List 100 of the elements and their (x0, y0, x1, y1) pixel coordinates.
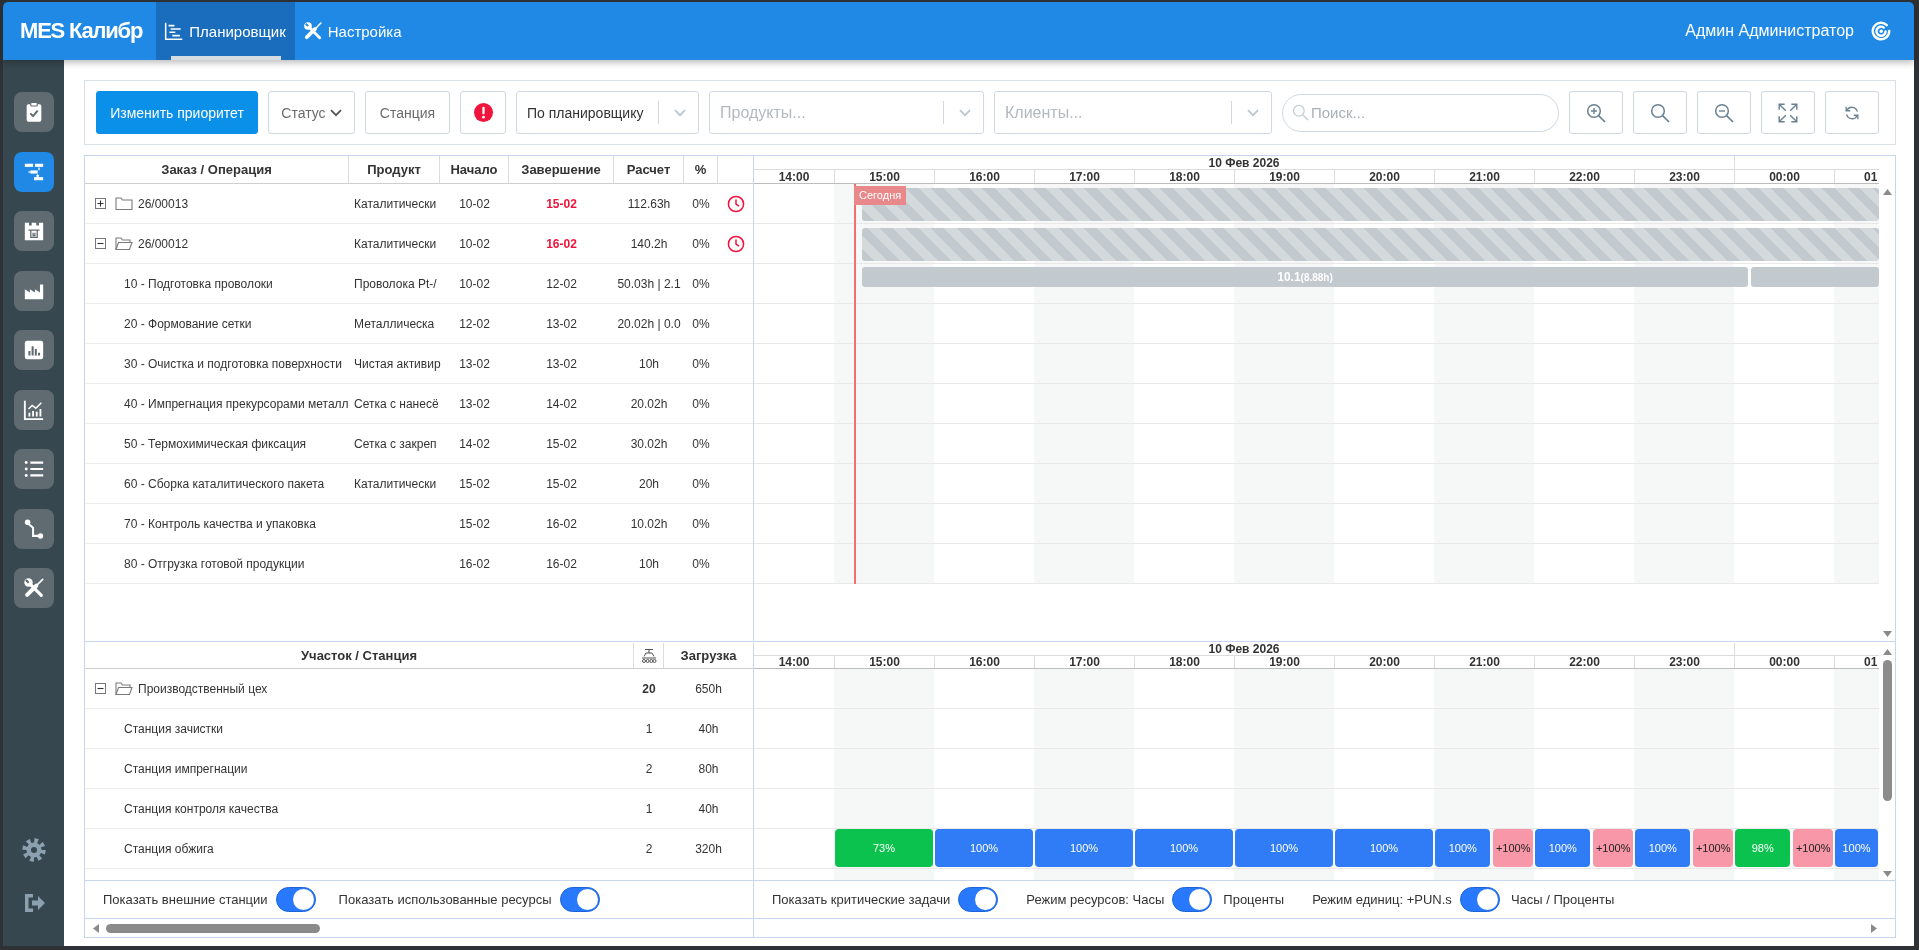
load-bar[interactable]: 100% (1635, 829, 1691, 867)
station-name[interactable]: Станция зачистки (124, 721, 224, 736)
load-bar[interactable]: 100% (1535, 829, 1591, 867)
scroll-up-icon[interactable] (1882, 189, 1892, 195)
scroll-left-icon[interactable] (93, 923, 99, 933)
area-name[interactable]: Производственный цех (138, 681, 268, 696)
planner-select[interactable]: По планировщику (516, 91, 699, 134)
operation-name[interactable]: 70 - Контроль качества и упаковка (124, 516, 316, 531)
sidebar-button[interactable] (13, 151, 54, 192)
order-number[interactable]: 26/00012 (138, 236, 189, 251)
refresh-button[interactable] (1825, 91, 1879, 134)
product-name: Сетка с нанесё (354, 396, 439, 411)
clients-select[interactable]: Клиенты... (994, 91, 1272, 134)
hour-label: 21:00 (1469, 656, 1500, 668)
zoom-in-button[interactable] (1569, 91, 1623, 134)
load-bar[interactable]: +100% (1593, 829, 1633, 867)
sidebar-button[interactable] (13, 568, 54, 608)
load-hours: 40h (698, 721, 719, 736)
toggle-switch[interactable] (559, 887, 600, 912)
search-field[interactable]: Поиск... (1282, 93, 1559, 132)
load-bar[interactable]: +100% (1693, 829, 1733, 867)
percent-value: 0% (692, 396, 710, 411)
hour-label: 19:00 (1269, 656, 1300, 668)
expand-arrows-icon (1777, 101, 1799, 124)
nav-tab[interactable]: Настройка (294, 2, 411, 60)
toggle-switch[interactable] (1459, 887, 1500, 912)
station-name[interactable]: Станция импрегнации (124, 761, 248, 776)
fit-screen-button[interactable] (1761, 91, 1815, 134)
scroll-down-icon[interactable] (1882, 871, 1892, 877)
load-bar[interactable]: 100% (1835, 829, 1878, 867)
search-button[interactable] (1633, 91, 1687, 134)
status-dropdown[interactable]: Статус (268, 91, 355, 134)
gantt-chart-icon (164, 21, 185, 41)
operation-name[interactable]: 60 - Сборка каталитического пакета (124, 476, 325, 491)
load-bar[interactable]: 100% (1435, 829, 1491, 867)
sidebar-button[interactable] (13, 449, 54, 489)
percent-value: 0% (692, 316, 710, 331)
scroll-right-icon[interactable] (1871, 923, 1877, 933)
sidebar-button[interactable] (13, 508, 54, 549)
minus-box-icon[interactable] (95, 238, 106, 249)
minus-box-icon[interactable] (95, 683, 106, 694)
toggle-switch[interactable] (1172, 887, 1213, 912)
toggle-switch[interactable] (275, 887, 316, 912)
hour-label: 18:00 (1169, 656, 1200, 668)
sidebar-button[interactable] (13, 389, 54, 430)
products-select[interactable]: Продукты... (709, 91, 984, 134)
operation-name[interactable]: 30 - Очистка и подготовка поверхности (124, 356, 342, 371)
load-hours: 80h (698, 761, 719, 776)
sidebar-button[interactable] (13, 330, 54, 370)
end-date: 16-02 (546, 236, 577, 251)
sidebar-button[interactable] (13, 270, 54, 311)
timeline-date: 10 Фев 2026 (1208, 643, 1280, 655)
order-number[interactable]: 26/00013 (138, 196, 189, 211)
plus-box-icon[interactable] (95, 198, 106, 209)
duration-value: 30.02h (630, 436, 668, 451)
scroll-down-icon[interactable] (1882, 631, 1892, 637)
hour-label: 23:00 (1669, 170, 1700, 183)
end-date: 13-02 (546, 356, 577, 371)
operation-name[interactable]: 80 - Отгрузка готовой продукции (124, 556, 305, 571)
start-date: 10-02 (459, 196, 490, 211)
station-name[interactable]: Станция контроля качества (124, 801, 279, 816)
operation-name[interactable]: 40 - Импрегнация прекурсорами металл (124, 396, 349, 411)
sidebar-button[interactable] (13, 211, 54, 251)
operation-name[interactable]: 20 - Формование сетки (124, 316, 252, 331)
duration-value: 20.02h | 0.0 (617, 316, 681, 331)
load-bar[interactable]: 100% (1035, 829, 1133, 867)
station-button[interactable]: Станция (365, 91, 450, 134)
toggle-label: Проценты (1223, 892, 1285, 907)
operation-name[interactable]: 50 - Термохимическая фиксация (124, 436, 307, 451)
operation-name[interactable]: 10 - Подготовка проволоки (124, 276, 273, 291)
load-bar[interactable]: 100% (1235, 829, 1333, 867)
alert-button[interactable] (460, 91, 506, 134)
nav-tab[interactable]: Планировщик (156, 2, 295, 60)
chevron-down-icon (1247, 109, 1259, 117)
scrollbar-thumb[interactable] (1882, 660, 1892, 801)
scroll-up-icon[interactable] (1882, 649, 1892, 655)
end-date: 15-02 (546, 196, 577, 211)
toggle-label: Показать критические задачи (772, 892, 951, 907)
load-bar[interactable]: +100% (1493, 829, 1533, 867)
load-bar[interactable]: 100% (935, 829, 1033, 867)
hour-label: 15:00 (869, 656, 900, 668)
column-header: Участок / Станция (85, 643, 634, 668)
column-header: Продукт (349, 156, 440, 183)
hour-label: 01 (1864, 656, 1878, 668)
toggle-switch[interactable] (958, 887, 999, 912)
hour-label: 17:00 (1069, 656, 1100, 668)
castle-icon (22, 220, 45, 242)
load-bar[interactable]: 100% (1335, 829, 1433, 867)
load-bar[interactable]: 100% (1135, 829, 1233, 867)
scrollbar-thumb[interactable] (106, 923, 320, 933)
conveyor-icon (640, 647, 657, 664)
zoom-out-button[interactable] (1697, 91, 1751, 134)
load-bar[interactable]: +100% (1793, 829, 1833, 867)
station-name[interactable]: Станция обжига (124, 841, 214, 856)
sidebar-button[interactable] (13, 92, 54, 132)
percent-value: 0% (692, 436, 710, 451)
swirl-icon[interactable] (1870, 20, 1892, 42)
percent-value: 0% (692, 356, 710, 371)
settings-icon[interactable] (20, 837, 47, 863)
start-date: 13-02 (459, 356, 490, 371)
